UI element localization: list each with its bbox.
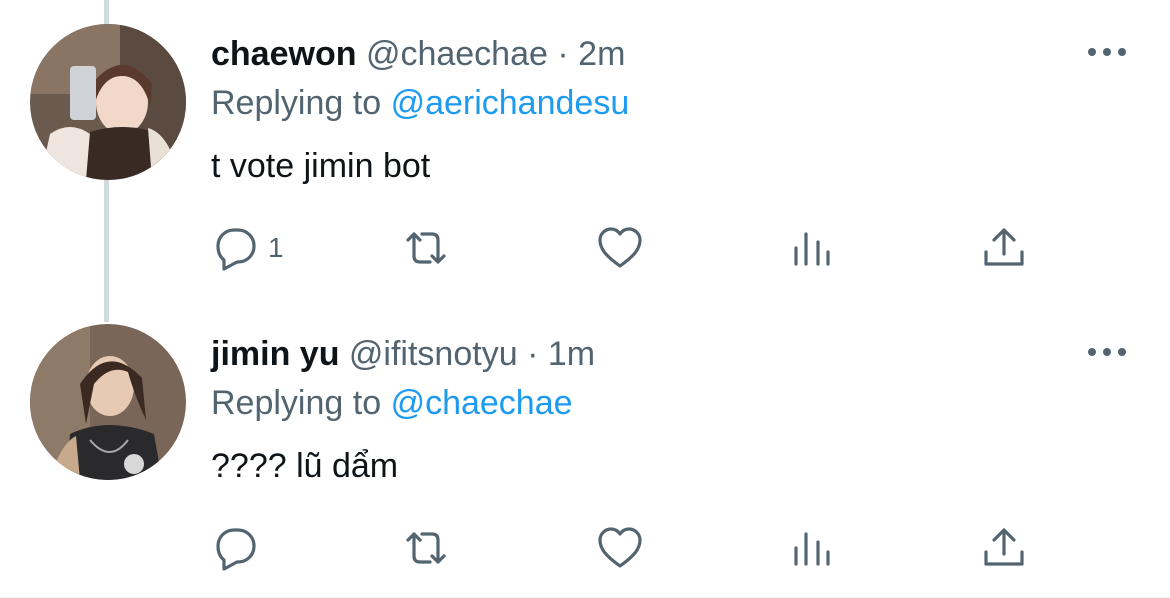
separator-dot: · xyxy=(557,35,569,73)
handle[interactable]: @ifitsnotyu xyxy=(349,335,518,373)
tweet-item[interactable]: chaewon @chaechae · 2m Replying to @aeri… xyxy=(0,0,1170,300)
replying-to-line: Replying to @chaechae xyxy=(211,383,573,423)
retweet-icon xyxy=(406,532,446,564)
retweet-icon xyxy=(406,232,446,264)
display-name[interactable]: jimin yu xyxy=(211,335,339,373)
tweet-text: t vote jimin bot xyxy=(211,147,431,185)
timestamp[interactable]: 2m xyxy=(578,35,625,73)
reply-count: 1 xyxy=(268,232,284,263)
retweet-button[interactable] xyxy=(402,220,450,276)
handle[interactable]: @chaechae xyxy=(366,35,548,73)
share-icon xyxy=(984,228,1024,266)
more-icon[interactable] xyxy=(1086,342,1128,362)
tweet-item[interactable]: jimin yu @ifitsnotyu · 1m Replying to @c… xyxy=(0,300,1170,598)
share-button[interactable] xyxy=(980,220,1028,276)
replying-to-mention[interactable]: @aerichandesu xyxy=(391,84,630,122)
analytics-button[interactable] xyxy=(788,520,836,576)
display-name[interactable]: chaewon xyxy=(211,35,356,73)
avatar-photo xyxy=(30,324,186,480)
share-button[interactable] xyxy=(980,520,1028,576)
replying-prefix: Replying to xyxy=(211,384,382,422)
avatar[interactable] xyxy=(30,324,186,480)
avatar[interactable] xyxy=(30,24,186,180)
retweet-button[interactable] xyxy=(402,520,450,576)
analytics-icon xyxy=(794,532,830,566)
replying-to-line: Replying to @aerichandesu xyxy=(211,83,629,123)
comment-icon xyxy=(216,228,256,271)
avatar-photo xyxy=(30,24,186,180)
heart-icon xyxy=(598,227,642,268)
analytics-button[interactable] xyxy=(788,220,836,276)
heart-icon xyxy=(598,527,642,568)
like-button[interactable] xyxy=(596,220,644,276)
comment-icon xyxy=(216,528,256,571)
tweet-header: chaewon @chaechae · 2m xyxy=(211,34,625,74)
tweet-actions xyxy=(0,520,1170,580)
timestamp[interactable]: 1m xyxy=(548,335,595,373)
tweet-text: ???? lũ dẩm xyxy=(211,447,399,485)
replying-to-mention[interactable]: @chaechae xyxy=(391,384,573,422)
analytics-icon xyxy=(794,232,830,266)
separator-dot: · xyxy=(527,335,539,373)
like-button[interactable] xyxy=(596,520,644,576)
share-icon xyxy=(984,528,1024,566)
replying-prefix: Replying to xyxy=(211,84,382,122)
more-icon[interactable] xyxy=(1086,42,1128,62)
reply-button[interactable] xyxy=(212,520,268,576)
tweet-header: jimin yu @ifitsnotyu · 1m xyxy=(211,334,595,374)
reply-button[interactable]: 1 xyxy=(212,220,284,276)
tweet-actions: 1 xyxy=(0,220,1170,280)
